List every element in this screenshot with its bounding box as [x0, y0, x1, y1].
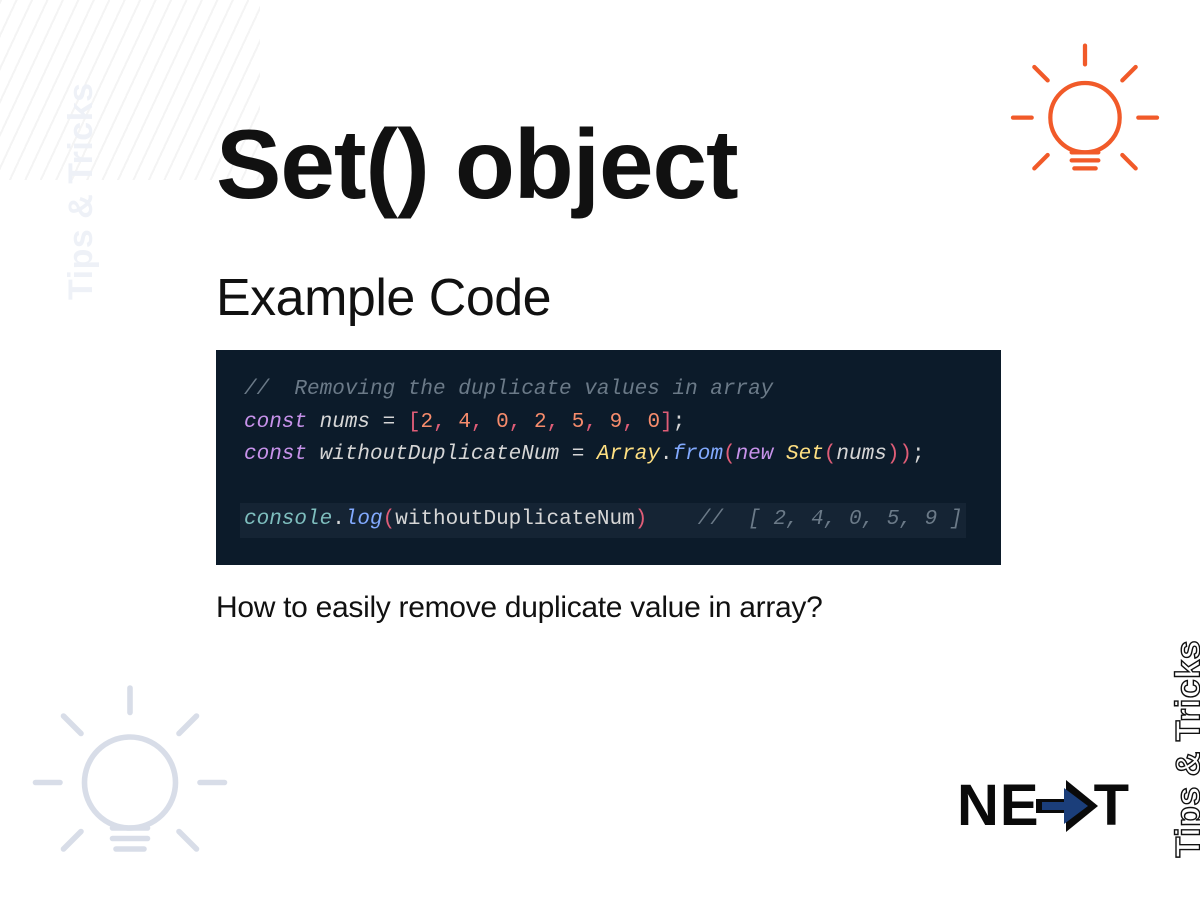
code-object: console — [244, 508, 332, 531]
question-text: How to easily remove duplicate value in … — [216, 591, 1006, 625]
brand-logo: NE T — [957, 772, 1130, 839]
code-comment: // Removing the duplicate values in arra… — [244, 378, 773, 401]
code-output-comment: // [ 2, 4, 0, 5, 9 ] — [698, 508, 963, 531]
code-keyword: const — [244, 411, 307, 434]
code-ident: nums — [836, 443, 886, 466]
lightbulb-icon — [1005, 35, 1165, 195]
code-type: Array — [597, 443, 660, 466]
code-ident: nums — [320, 411, 370, 434]
lightbulb-icon — [25, 674, 235, 884]
code-ident: withoutDuplicateNum — [395, 508, 634, 531]
code-block: // Removing the duplicate values in arra… — [216, 350, 1001, 565]
code-array-values: 2, 4, 0, 2, 5, 9, 0 — [420, 411, 660, 434]
logo-text: T — [1094, 772, 1130, 839]
page-title: Set() object — [216, 115, 1006, 213]
code-ident: withoutDuplicateNum — [320, 443, 559, 466]
tips-badge-right: Tips & Tricks — [1170, 640, 1200, 858]
code-keyword: new — [736, 443, 774, 466]
code-method: log — [345, 508, 383, 531]
logo-text: NE — [957, 772, 1040, 839]
code-type: Set — [786, 443, 824, 466]
subtitle: Example Code — [216, 268, 1006, 328]
code-method: from — [673, 443, 723, 466]
code-keyword: const — [244, 443, 307, 466]
main-content: Set() object Example Code // Removing th… — [216, 115, 1006, 625]
tips-badge-left: Tips & Tricks — [62, 82, 101, 300]
arrow-icon — [1036, 780, 1098, 832]
